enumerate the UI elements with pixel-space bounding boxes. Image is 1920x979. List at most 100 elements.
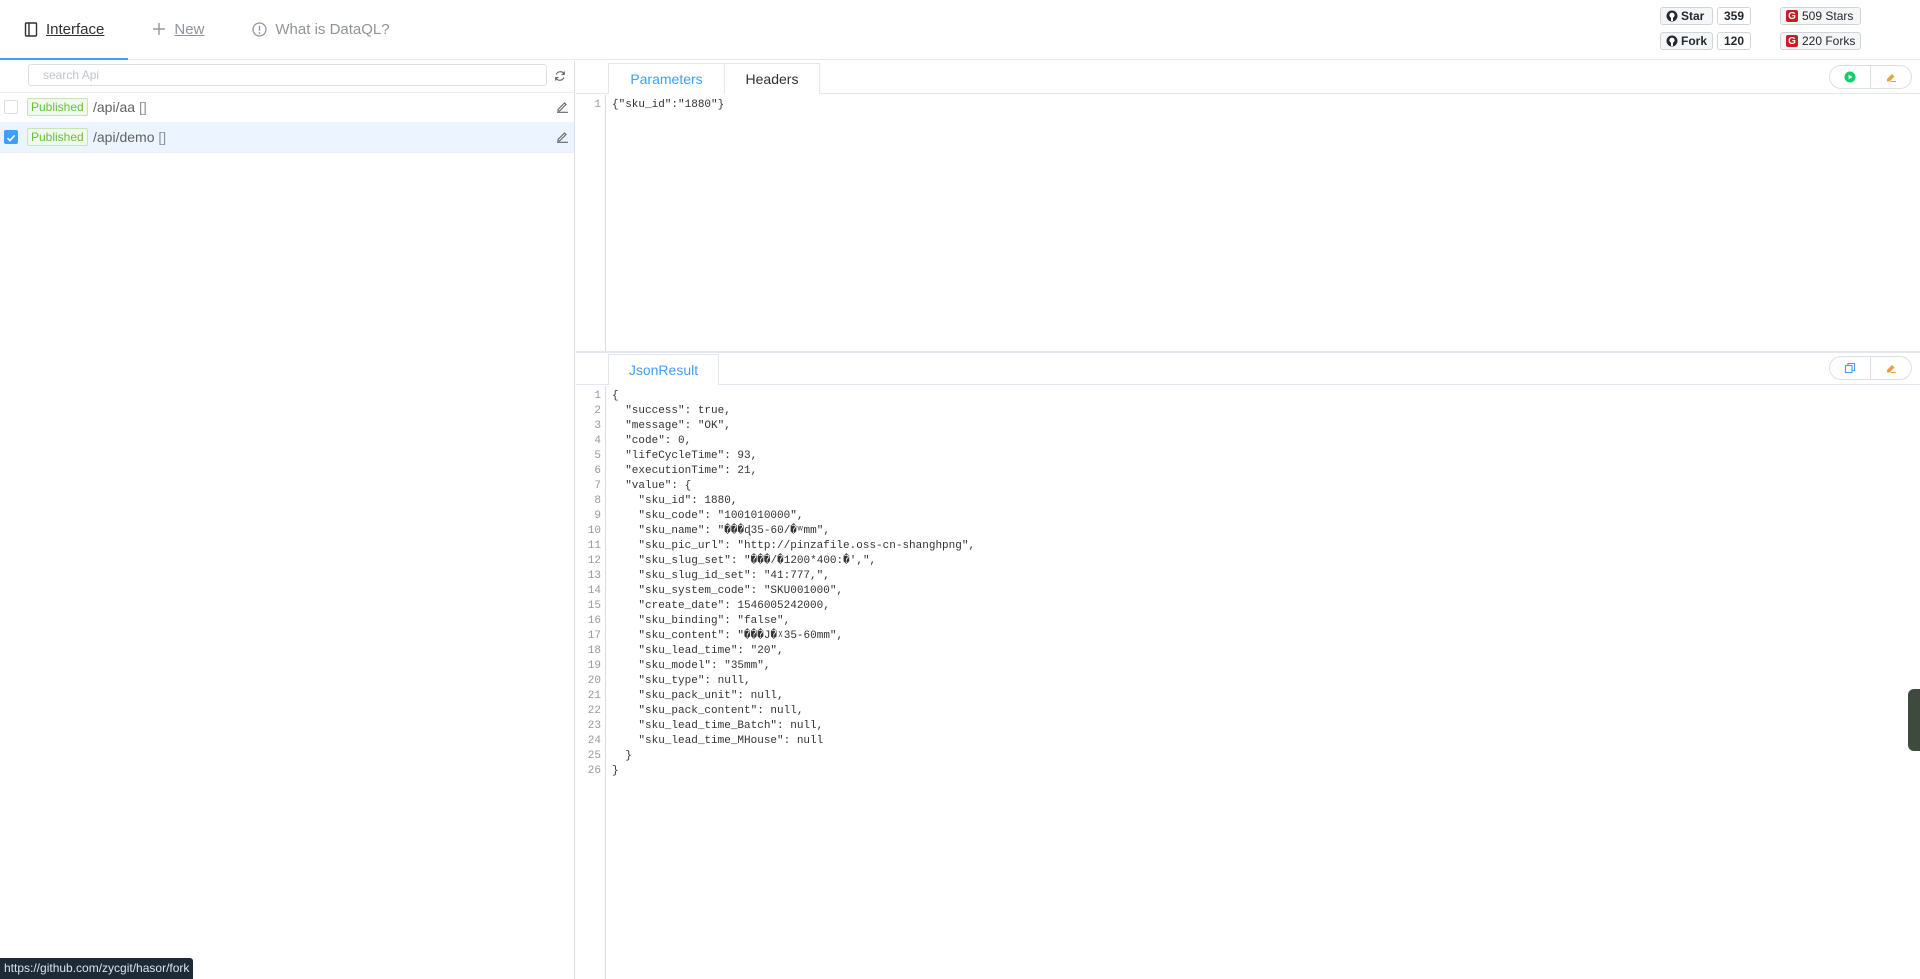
line-number: 25 — [587, 750, 601, 762]
line-number: 23 — [587, 720, 601, 732]
code-line: 25 } — [576, 749, 1920, 764]
edit-icon[interactable] — [556, 130, 569, 148]
code-text: "sku_code": "1001010000", — [612, 510, 804, 522]
tab-headers[interactable]: Headers — [724, 63, 820, 94]
code-line: 6 "executionTime": 21, — [576, 464, 1920, 479]
line-number: 17 — [587, 630, 601, 642]
code-text: "sku_slug_set": "���/�1200*400:�',", — [612, 555, 877, 567]
code-text: { — [612, 390, 619, 402]
code-line: 9 "sku_code": "1001010000", — [576, 509, 1920, 524]
clear-button[interactable] — [1870, 65, 1912, 89]
result-editor[interactable]: 1{2 "success": true, 3 "message": "OK", 4 … — [576, 386, 1920, 979]
menu-interface[interactable]: Interface — [0, 0, 129, 60]
code-text: "create_date": 1546005242000, — [612, 600, 830, 612]
status-badge: Published — [27, 98, 88, 116]
api-path: /api/aa [] — [93, 99, 147, 115]
code-text: "executionTime": 21, — [612, 465, 758, 477]
gitee-forks-button[interactable]: G 220 Forks — [1780, 32, 1862, 50]
line-number: 15 — [587, 600, 601, 612]
code-line: 4 "code": 0, — [576, 434, 1920, 449]
line-number: 26 — [587, 765, 601, 777]
gitee-logo-icon: G — [1786, 35, 1798, 47]
menu-new[interactable]: New — [128, 0, 228, 58]
code-text: "sku_pic_url": "http://pinzafile.oss-cn-… — [612, 540, 976, 552]
refresh-icon[interactable] — [554, 69, 566, 87]
gitee-stars-label: 509 Stars — [1802, 9, 1854, 23]
api-path: /api/demo [] — [93, 129, 167, 145]
status-link-url: https://github.com/zycgit/hasor/fork — [0, 958, 194, 979]
code-line: 15 "create_date": 1546005242000, — [576, 599, 1920, 614]
code-line: 20 "sku_type": null, — [576, 674, 1920, 689]
code-text: "sku_type": null, — [612, 675, 751, 687]
request-actions — [1829, 65, 1912, 89]
code-line: 19 "sku_model": "35mm", — [576, 659, 1920, 674]
menu-what-is-label: What is DataQL? — [275, 20, 390, 38]
eraser-icon — [1887, 365, 1896, 373]
line-number: 16 — [587, 615, 601, 627]
copy-button[interactable] — [1829, 356, 1871, 380]
gitee-buttons: G 509 Stars G 220 Forks — [1780, 7, 1862, 50]
result-actions — [1829, 356, 1912, 380]
side-scroll-handle[interactable] — [1908, 689, 1920, 751]
code-text: "sku_pack_unit": null, — [612, 690, 784, 702]
gitee-forks-label: 220 Forks — [1802, 34, 1856, 48]
parameters-editor[interactable]: 1 {"sku_id":"1880"} — [576, 95, 1920, 351]
line-number: 12 — [587, 555, 601, 567]
code-text: "success": true, — [612, 405, 731, 417]
info-icon — [252, 21, 267, 37]
tab-parameters[interactable]: Parameters — [608, 63, 725, 94]
row-checkbox[interactable] — [4, 100, 18, 114]
clear-result-button[interactable] — [1870, 356, 1912, 380]
line-number: 2 — [594, 405, 601, 417]
row-checkbox-checked[interactable] — [4, 130, 18, 144]
line-number: 20 — [587, 675, 601, 687]
code-line: 16 "sku_binding": "false", — [576, 614, 1920, 629]
gitee-stars-button[interactable]: G 509 Stars — [1780, 7, 1862, 25]
code-line: 2 "success": true, — [576, 404, 1920, 419]
code-text: "value": { — [612, 480, 692, 492]
github-star-count[interactable]: 359 — [1717, 7, 1752, 25]
line-number: 1 — [594, 99, 601, 111]
eraser-icon — [1887, 74, 1896, 82]
api-list-panel: Published /api/aa [] Published /api/demo… — [0, 61, 575, 979]
tab-json-result[interactable]: JsonResult — [608, 354, 719, 385]
github-icon — [1666, 35, 1678, 47]
line-number: 8 — [594, 495, 601, 507]
search-input[interactable] — [28, 64, 547, 86]
line-number: 11 — [587, 540, 601, 552]
copy-icon — [1844, 362, 1856, 374]
line-number: 3 — [594, 420, 601, 432]
gitee-logo-icon: G — [1786, 10, 1798, 22]
line-number: 6 — [594, 465, 601, 477]
run-button[interactable] — [1829, 65, 1871, 89]
code-line: 8 "sku_id": 1880, — [576, 494, 1920, 509]
menu-interface-label: Interface — [46, 20, 105, 38]
code-text: "sku_binding": "false", — [612, 615, 791, 627]
edit-icon[interactable] — [556, 100, 569, 118]
line-number: 14 — [587, 585, 601, 597]
code-line: 10 "sku_name": "���ɖ35-60/�ʷmm", — [576, 524, 1920, 539]
code-text: "sku_name": "���ɖ35-60/�ʷmm", — [612, 525, 830, 537]
code-text: "sku_pack_content": null, — [612, 705, 804, 717]
line-number: 5 — [594, 450, 601, 462]
line-number: 10 — [587, 525, 601, 537]
request-tabbar: Parameters Headers — [576, 61, 1920, 94]
code-line: 1{ — [576, 389, 1920, 404]
github-star-button[interactable]: Star — [1660, 7, 1713, 25]
api-row[interactable]: Published /api/demo [] — [0, 122, 574, 153]
book-icon — [24, 21, 38, 37]
line-number: 9 — [594, 510, 601, 522]
code-line: 5 "lifeCycleTime": 93, — [576, 449, 1920, 464]
github-fork-button[interactable]: Fork — [1660, 32, 1713, 50]
line-number: 4 — [594, 435, 601, 447]
line-number: 19 — [587, 660, 601, 672]
api-row[interactable]: Published /api/aa [] — [0, 92, 574, 123]
line-number: 18 — [587, 645, 601, 657]
search-bar — [0, 61, 574, 93]
code-line: 14 "sku_system_code": "SKU001000", — [576, 584, 1920, 599]
line-number: 21 — [587, 690, 601, 702]
line-number: 7 — [594, 480, 601, 492]
menu-what-is-dataql[interactable]: What is DataQL? — [228, 0, 413, 58]
code-line: 21 "sku_pack_unit": null, — [576, 689, 1920, 704]
github-fork-count[interactable]: 120 — [1717, 32, 1752, 50]
